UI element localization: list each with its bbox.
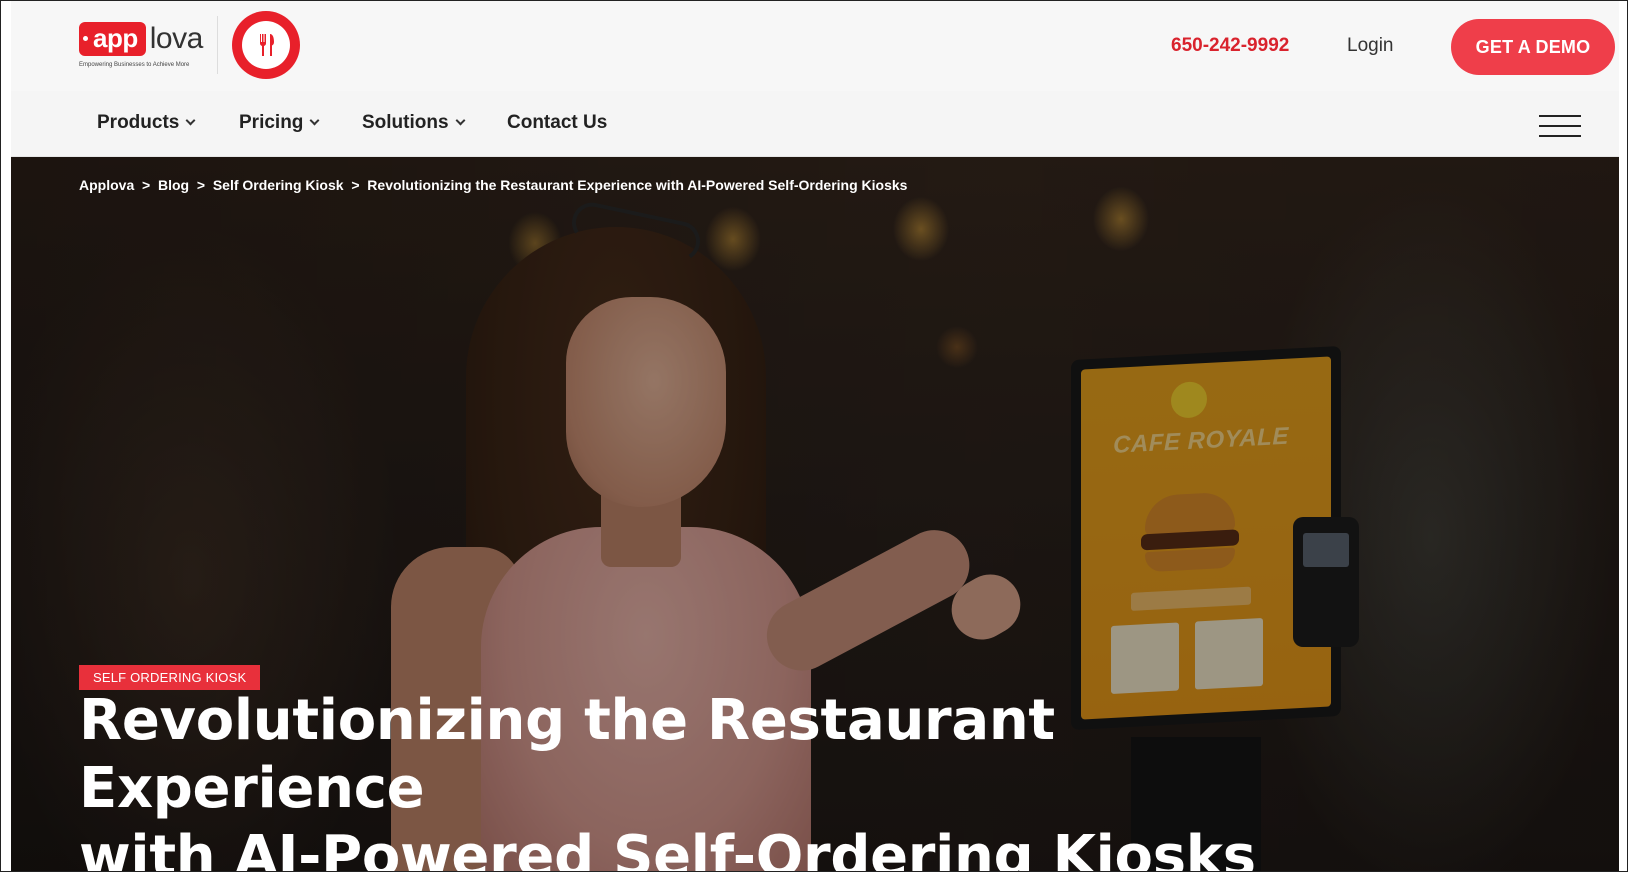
breadcrumb-current: Revolutionizing the Restaurant Experienc… bbox=[367, 177, 908, 193]
logo-divider bbox=[216, 16, 218, 74]
nav-item-pricing[interactable]: Pricing bbox=[239, 112, 320, 134]
login-link[interactable]: Login bbox=[1347, 35, 1394, 57]
breadcrumb-link-blog[interactable]: Blog bbox=[158, 177, 189, 193]
applova-logo[interactable]: app lova Empowering Businesses to Achiev… bbox=[79, 11, 300, 79]
nav-item-label: Solutions bbox=[362, 112, 449, 133]
breadcrumb-link-applova[interactable]: Applova bbox=[79, 177, 134, 193]
page-title-line-2: with AI-Powered Self-Ordering Kiosks bbox=[79, 824, 1256, 872]
nav-item-label: Products bbox=[97, 112, 180, 133]
hero-banner: CAFE ROYALE Applova > Blog > Self Orderi… bbox=[11, 157, 1619, 872]
hamburger-icon[interactable] bbox=[1539, 115, 1581, 137]
logo-wordmark: app lova Empowering Businesses to Achiev… bbox=[79, 22, 203, 68]
main-nav: Products Pricing Solutions Contact Us bbox=[11, 91, 1619, 157]
logo-lova-text: lova bbox=[149, 22, 204, 55]
get-a-demo-button[interactable]: GET A DEMO bbox=[1451, 19, 1615, 75]
breadcrumb-link-self-ordering-kiosk[interactable]: Self Ordering Kiosk bbox=[213, 177, 344, 193]
chevron-down-icon bbox=[309, 115, 320, 126]
fork-knife-icon bbox=[241, 21, 290, 69]
page-frame: app lova Empowering Businesses to Achiev… bbox=[0, 0, 1628, 872]
top-header: app lova Empowering Businesses to Achiev… bbox=[11, 1, 1619, 91]
nav-item-solutions[interactable]: Solutions bbox=[362, 112, 466, 134]
silent-partner-badge bbox=[231, 11, 300, 79]
breadcrumb-separator: > bbox=[347, 177, 364, 193]
page-title: Revolutionizing the Restaurant Experienc… bbox=[79, 687, 1279, 872]
phone-link[interactable]: 650-242-9992 bbox=[1171, 35, 1289, 57]
breadcrumb: Applova > Blog > Self Ordering Kiosk > R… bbox=[79, 177, 907, 193]
page-title-line-1: Revolutionizing the Restaurant Experienc… bbox=[79, 688, 1055, 821]
nav-item-contact-us[interactable]: Contact Us bbox=[507, 112, 607, 134]
logo-tagline: Empowering Businesses to Achieve More bbox=[79, 62, 190, 68]
logo-app-text: app bbox=[79, 22, 146, 56]
nav-item-label: Contact Us bbox=[507, 112, 608, 133]
breadcrumb-separator: > bbox=[192, 177, 209, 193]
nav-item-label: Pricing bbox=[239, 112, 304, 133]
nav-item-products[interactable]: Products bbox=[97, 112, 196, 134]
chevron-down-icon bbox=[185, 115, 196, 126]
chevron-down-icon bbox=[455, 115, 466, 126]
breadcrumb-separator: > bbox=[138, 177, 155, 193]
